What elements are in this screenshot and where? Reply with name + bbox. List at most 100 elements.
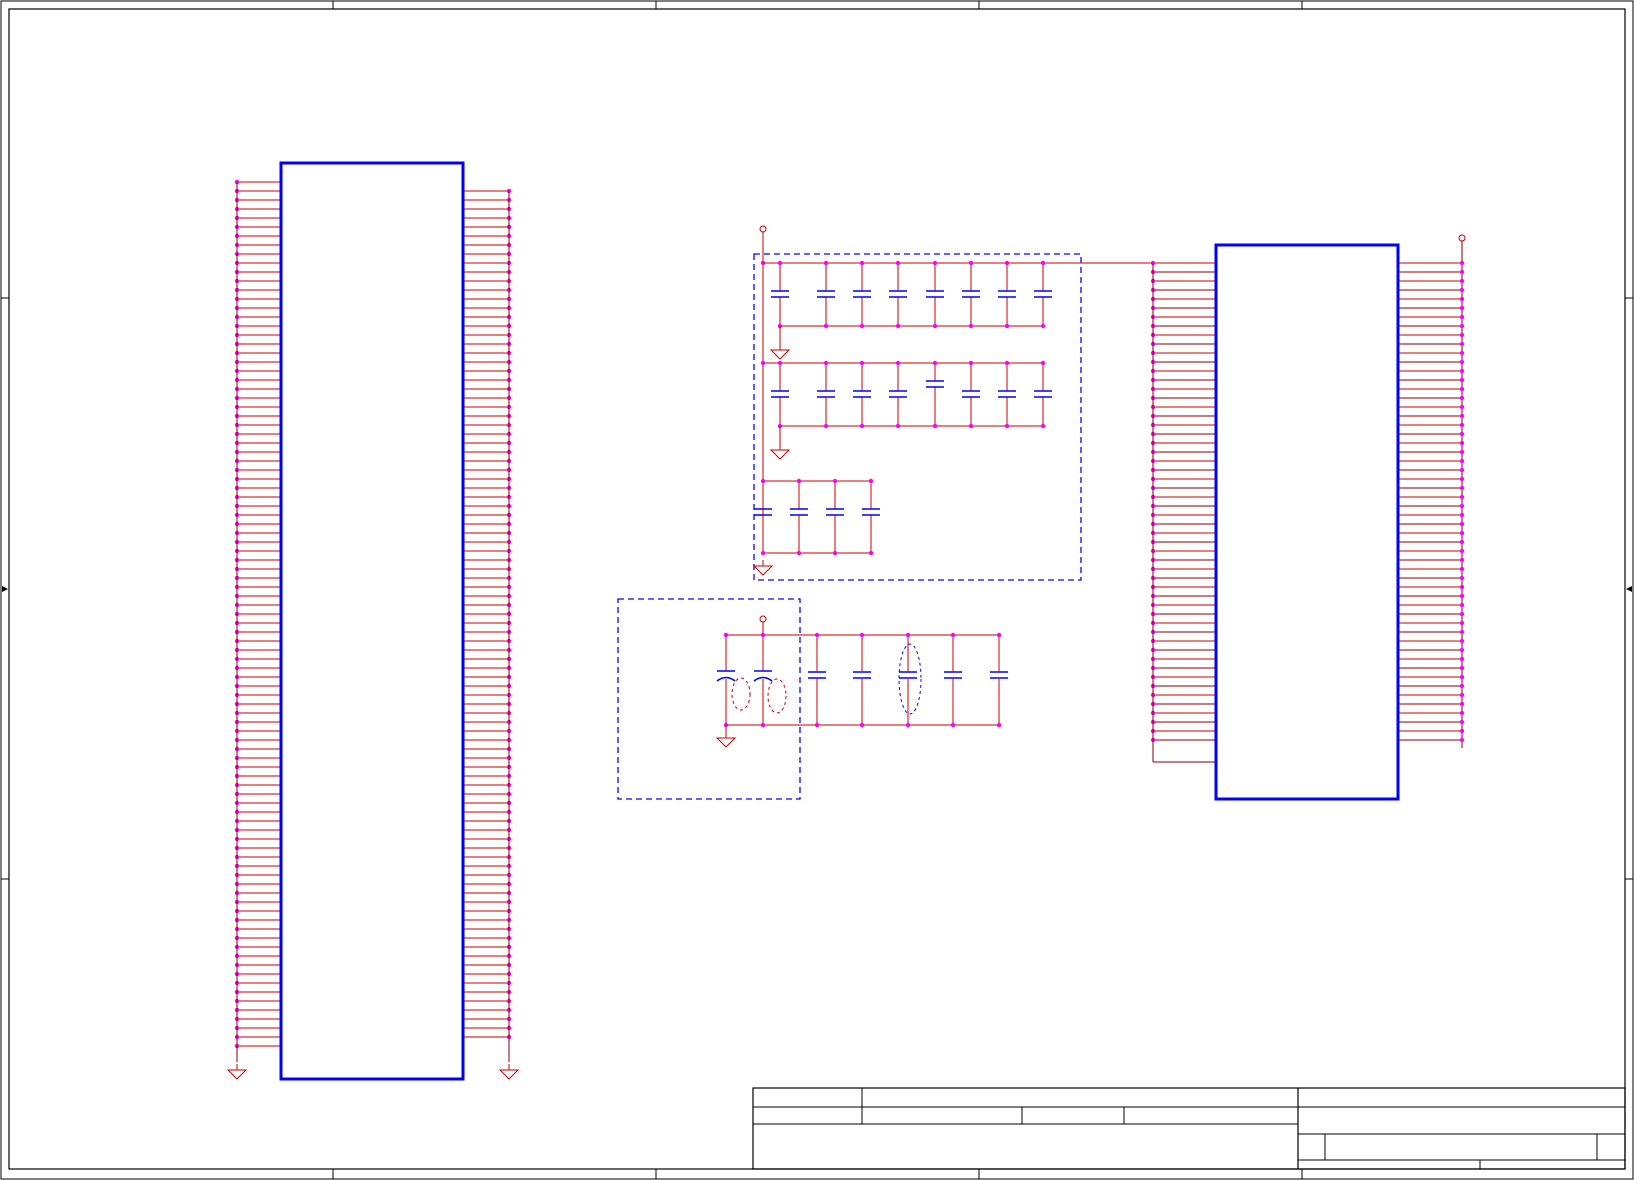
junction-dot xyxy=(760,632,766,638)
junction-dot xyxy=(777,260,783,266)
pin-junction xyxy=(1459,449,1465,455)
power-port xyxy=(759,615,767,623)
junction-dot xyxy=(895,323,901,329)
pin-junction xyxy=(1459,611,1465,617)
ground-triangle xyxy=(769,449,791,460)
pin-junction xyxy=(1459,278,1465,284)
junction-dot xyxy=(932,260,938,266)
decoupling-dashed-box xyxy=(753,253,1082,581)
capacitor xyxy=(826,478,844,556)
pin-junction xyxy=(1459,539,1465,545)
junction-dot xyxy=(796,550,802,556)
capacitor xyxy=(926,260,944,329)
capacitor xyxy=(926,360,944,429)
junction-dot xyxy=(859,360,865,366)
capacitor xyxy=(790,478,808,556)
capacitor xyxy=(1034,360,1052,429)
capacitor xyxy=(817,260,835,329)
pin-junction xyxy=(1459,593,1465,599)
pin-junction xyxy=(1459,602,1465,608)
pin-junction xyxy=(1459,584,1465,590)
capacitor xyxy=(962,260,980,329)
pin-junction xyxy=(1459,494,1465,500)
ground-symbol xyxy=(769,344,791,360)
pin-junction xyxy=(1459,269,1465,275)
capacitor xyxy=(998,360,1016,429)
pin-junction xyxy=(1459,566,1465,572)
pin-junction xyxy=(1459,665,1465,671)
junction-dot xyxy=(723,632,729,638)
junction-dot xyxy=(823,423,829,429)
pin-junction xyxy=(1459,296,1465,302)
pin-junction xyxy=(1459,629,1465,635)
bulk-dashed-box xyxy=(617,598,801,800)
pin-junction xyxy=(1459,260,1465,266)
pin-junction xyxy=(1459,359,1465,365)
pin-junction xyxy=(1459,521,1465,527)
pin-junction xyxy=(1459,737,1465,743)
pin-junction xyxy=(1459,395,1465,401)
capacitor xyxy=(853,632,871,728)
title-block-frame xyxy=(752,1087,1626,1170)
left-ic-group xyxy=(226,161,520,1081)
title-block xyxy=(752,1087,1626,1170)
junction-dot xyxy=(895,360,901,366)
capacitor xyxy=(817,360,835,429)
pin-junction xyxy=(1459,674,1465,680)
junction-dot xyxy=(1040,360,1046,366)
pin-junction xyxy=(1459,710,1465,716)
bulk-capacitor-group xyxy=(617,598,1008,800)
junction-dot xyxy=(814,632,820,638)
power-port xyxy=(1458,234,1466,242)
highlight-ellipse xyxy=(731,677,751,711)
pin-junction xyxy=(1459,422,1465,428)
capacitor xyxy=(889,360,907,429)
junction-dot xyxy=(968,260,974,266)
power-port xyxy=(759,225,767,233)
ground-symbol xyxy=(769,444,791,460)
electrolytic-capacitor xyxy=(716,632,736,728)
capacitor xyxy=(808,632,826,728)
pin-junction xyxy=(1459,530,1465,536)
ground-triangle xyxy=(498,1069,520,1080)
junction-dot xyxy=(777,360,783,366)
junction-dot xyxy=(1040,260,1046,266)
pin-junction xyxy=(1459,287,1465,293)
pin-junction xyxy=(1459,350,1465,356)
capacitor xyxy=(853,360,871,429)
pin-junction xyxy=(1459,332,1465,338)
junction-dot xyxy=(868,550,874,556)
junction-dot xyxy=(932,323,938,329)
ground-symbol xyxy=(226,1064,248,1080)
junction-dot xyxy=(814,722,820,728)
pin-junction xyxy=(1459,431,1465,437)
highlight-ellipse xyxy=(767,678,787,714)
pin-junction xyxy=(1459,305,1465,311)
junction-dot xyxy=(1004,323,1010,329)
junction-dot xyxy=(823,323,829,329)
capacitor xyxy=(853,260,871,329)
pin-junction xyxy=(1459,575,1465,581)
junction-dot xyxy=(859,260,865,266)
pin-junction xyxy=(1459,620,1465,626)
junction-dot xyxy=(832,478,838,484)
capacitor xyxy=(771,360,789,429)
junction-dot xyxy=(968,423,974,429)
pin-junction xyxy=(1459,503,1465,509)
sheet-frame xyxy=(0,0,1634,1180)
ground-triangle xyxy=(752,565,774,576)
pin-junction xyxy=(1459,485,1465,491)
pin-junction xyxy=(1459,638,1465,644)
junction-dot xyxy=(1004,260,1010,266)
junction-dot xyxy=(760,550,766,556)
pin-junction xyxy=(1459,683,1465,689)
junction-dot xyxy=(859,722,865,728)
junction-dot xyxy=(760,360,766,366)
junction-dot xyxy=(760,722,766,728)
junction-dot xyxy=(760,478,766,484)
pin-junction xyxy=(1459,692,1465,698)
pin-junction xyxy=(1459,557,1465,563)
junction-dot xyxy=(950,632,956,638)
highlight-ellipse xyxy=(898,643,922,715)
capacitor xyxy=(1034,260,1052,329)
